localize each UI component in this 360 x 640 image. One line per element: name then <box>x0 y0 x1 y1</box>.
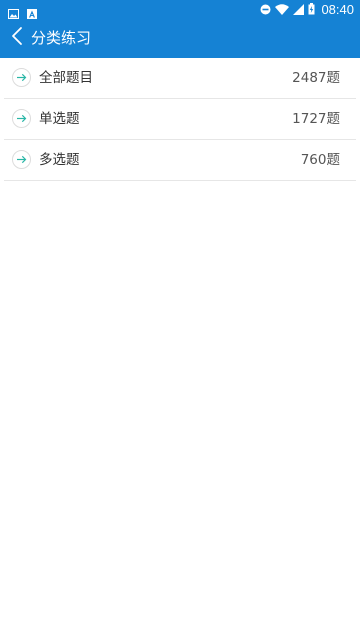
list-item-label: 单选题 <box>39 111 80 127</box>
arrow-right-icon <box>12 68 31 87</box>
category-list: 全部题目 2487题 单选题 1727题 多选题 760题 <box>0 58 360 181</box>
list-item-single-choice[interactable]: 单选题 1727题 <box>4 99 356 140</box>
wifi-icon <box>275 0 290 19</box>
list-item-label: 全部题目 <box>39 70 93 86</box>
arrow-right-icon <box>12 150 31 169</box>
status-right-icons: 08:40 <box>260 2 354 17</box>
list-item-count: 760题 <box>300 152 340 168</box>
battery-charging-icon <box>308 0 315 19</box>
list-item-label: 多选题 <box>39 152 80 168</box>
chevron-left-icon <box>11 26 23 50</box>
status-bar: 08:40 <box>0 0 360 19</box>
signal-icon <box>293 0 305 19</box>
status-time: 08:40 <box>321 2 354 17</box>
app-bar: 分类练习 <box>0 19 360 58</box>
page-title: 分类练习 <box>31 29 92 47</box>
list-item-multiple-choice[interactable]: 多选题 760题 <box>4 140 356 181</box>
arrow-right-icon <box>12 109 31 128</box>
list-item-count: 1727题 <box>292 111 340 127</box>
list-item-all-questions[interactable]: 全部题目 2487题 <box>4 58 356 99</box>
back-button[interactable] <box>6 25 28 51</box>
screen: 08:40 分类练习 全部题目 2487题 单选题 1727题 多选题 760题 <box>0 0 360 640</box>
list-item-count: 2487题 <box>292 70 340 86</box>
do-not-disturb-icon <box>260 0 271 19</box>
